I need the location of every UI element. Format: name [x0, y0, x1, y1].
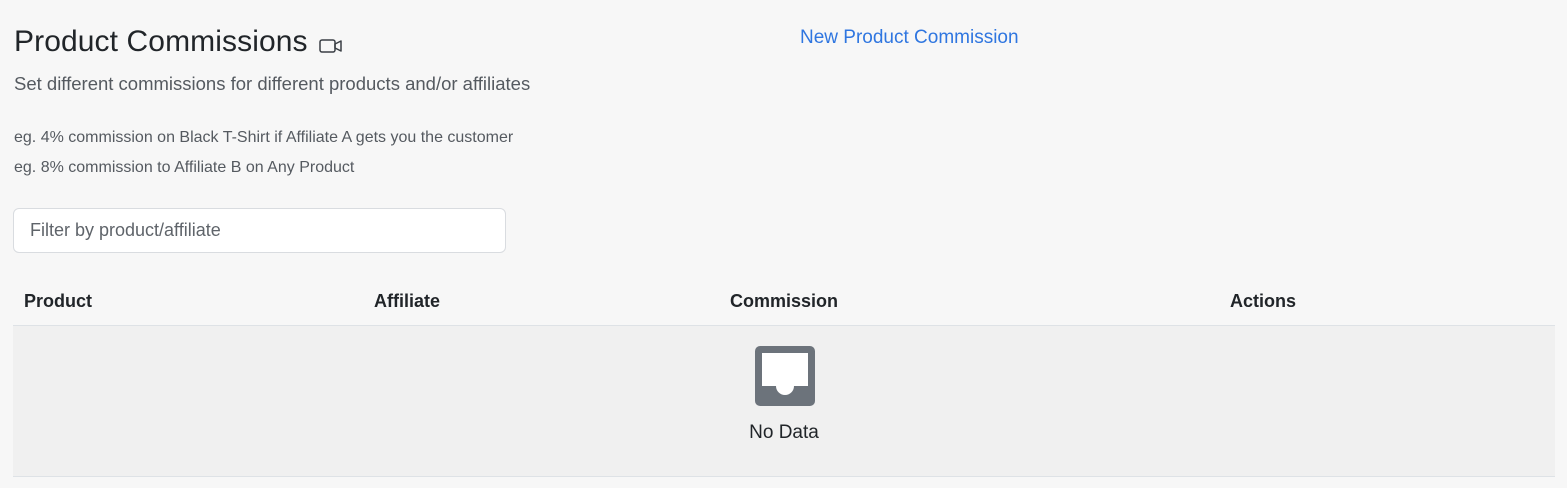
- new-product-commission-link[interactable]: New Product Commission: [800, 26, 1019, 50]
- video-camera-icon[interactable]: [318, 38, 343, 54]
- page-subtitle: Set different commissions for different …: [14, 73, 531, 94]
- table-header: Product Affiliate Commission Actions: [13, 276, 1555, 326]
- title-row: Product Commissions: [14, 22, 343, 62]
- example-line: eg. 8% commission to Affiliate B on Any …: [14, 159, 355, 176]
- empty-state-text: No Data: [749, 422, 819, 443]
- commissions-table: Product Affiliate Commission Actions No …: [13, 276, 1555, 477]
- example-line: eg. 4% commission on Black T-Shirt if Af…: [14, 129, 514, 146]
- column-header-actions: Actions: [1230, 291, 1297, 311]
- column-header-affiliate[interactable]: Affiliate: [374, 290, 440, 312]
- column-header-commission[interactable]: Commission: [730, 290, 838, 312]
- page-title: Product Commissions: [14, 25, 308, 58]
- empty-state: No Data: [13, 326, 1555, 477]
- inbox-icon: [755, 346, 815, 406]
- product-commissions-page: Product Commissions New Product Commissi…: [0, 0, 1567, 488]
- examples-list: eg. 4% commission on Black T-Shirt if Af…: [14, 123, 513, 183]
- column-header-product[interactable]: Product: [24, 290, 92, 312]
- filter-input[interactable]: [13, 208, 506, 253]
